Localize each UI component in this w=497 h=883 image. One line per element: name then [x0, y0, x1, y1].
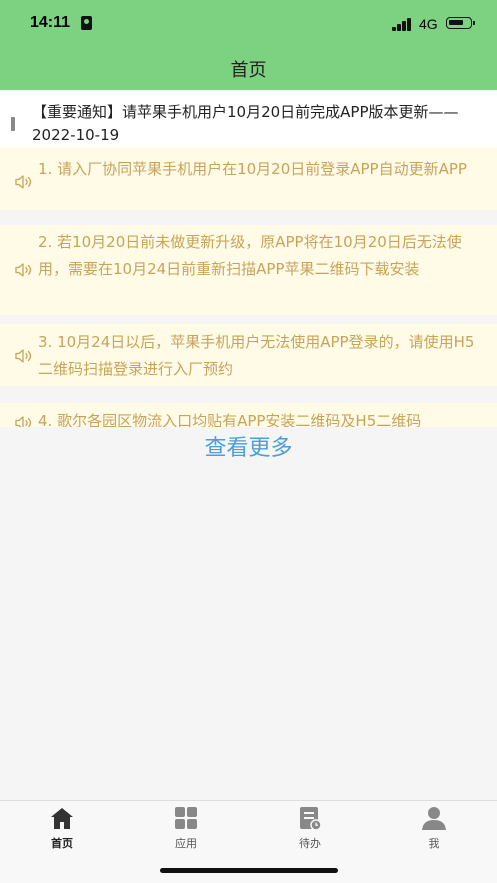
notice-header[interactable]: 【重要通知】请苹果手机用户10月20日前完成APP版本更新——2022-10-1…	[0, 92, 497, 148]
speaker-icon	[15, 349, 32, 363]
network-type: 4G	[419, 16, 438, 32]
nav-bar: 首页	[0, 48, 497, 90]
notice-list: 1. 请入厂协同苹果手机用户在10月20日前登录APP自动更新APP 2. 若1…	[0, 148, 497, 427]
view-more-link[interactable]: 查看更多	[0, 430, 497, 462]
list-item[interactable]: 3. 10月24日以后，苹果手机用户无法使用APP登录的，请使用H5二维码扫描登…	[0, 324, 497, 386]
notice-marker-icon	[11, 117, 15, 131]
tab-me[interactable]: 我	[372, 805, 496, 851]
signal-icon	[392, 18, 414, 31]
page-title: 首页	[230, 60, 267, 81]
speaker-icon	[15, 416, 32, 427]
tab-home[interactable]: 首页	[0, 805, 124, 851]
tab-todo[interactable]: 待办	[248, 805, 372, 851]
list-item-text: 4. 歌尔各园区物流入口均贴有APP安装二维码及H5二维码	[38, 412, 422, 427]
tab-label: 待办	[299, 837, 321, 850]
tab-apps[interactable]: 应用	[124, 805, 248, 851]
apps-icon	[175, 807, 197, 829]
home-icon	[51, 808, 73, 829]
list-item[interactable]: 2. 若10月20日前未做更新升级，原APP将在10月20日后无法使用，需要在1…	[0, 225, 497, 315]
status-time: 14:11	[30, 14, 71, 31]
battery-icon	[446, 17, 475, 29]
speaker-icon	[15, 175, 32, 189]
notice-title: 【重要通知】请苹果手机用户10月20日前完成APP版本更新——2022-10-1…	[32, 103, 459, 144]
list-item-text: 3. 10月24日以后，苹果手机用户无法使用APP登录的，请使用H5二维码扫描登…	[38, 333, 475, 378]
tab-label: 应用	[175, 837, 197, 850]
list-item-text: 2. 若10月20日前未做更新升级，原APP将在10月20日后无法使用，需要在1…	[38, 233, 462, 278]
speaker-icon	[15, 263, 32, 277]
user-icon	[422, 807, 446, 830]
tab-label: 我	[428, 837, 440, 850]
list-item[interactable]: 4. 歌尔各园区物流入口均贴有APP安装二维码及H5二维码	[0, 403, 497, 427]
tab-label: 首页	[51, 837, 73, 850]
list-item[interactable]: 1. 请入厂协同苹果手机用户在10月20日前登录APP自动更新APP	[0, 148, 497, 210]
home-indicator	[160, 868, 338, 873]
todo-icon	[300, 807, 322, 831]
orientation-lock-icon	[81, 16, 92, 30]
list-item-text: 1. 请入厂协同苹果手机用户在10月20日前登录APP自动更新APP	[38, 160, 467, 178]
status-bar: 14:11 4G	[0, 0, 497, 48]
